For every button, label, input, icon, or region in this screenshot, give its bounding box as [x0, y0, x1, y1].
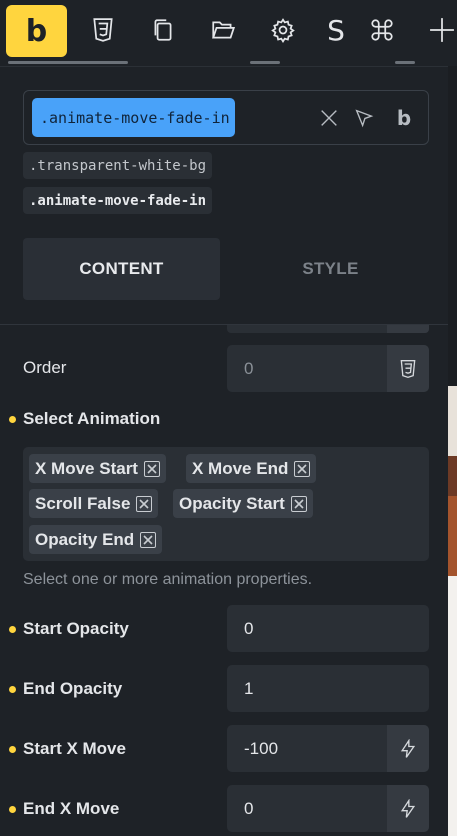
modified-indicator-dot [9, 806, 16, 813]
command-icon[interactable] [367, 14, 397, 46]
class-tag[interactable]: .transparent-white-bg [23, 152, 213, 179]
dynamic-data-bolt-icon[interactable] [387, 785, 429, 832]
chip-label: X Move End [192, 458, 289, 478]
builder-logo-button[interactable]: b [6, 5, 67, 57]
gear-icon[interactable] [268, 14, 298, 46]
top-toolbar: b S [0, 0, 457, 66]
order-field[interactable]: 0 [227, 345, 429, 392]
start-x-move-input[interactable]: -100 [244, 725, 278, 772]
start-opacity-field[interactable]: 0 [227, 605, 429, 652]
close-icon[interactable] [316, 105, 342, 131]
s-icon[interactable]: S [321, 14, 351, 47]
start-opacity-label: Start Opacity [23, 619, 129, 638]
copy-pages-icon[interactable] [148, 14, 178, 46]
remove-chip-icon[interactable] [294, 460, 311, 477]
plus-icon[interactable] [427, 14, 457, 46]
end-opacity-field[interactable]: 1 [227, 665, 429, 712]
end-opacity-input[interactable]: 1 [244, 665, 253, 712]
chip-label: X Move Start [35, 458, 138, 478]
start-opacity-input[interactable]: 0 [244, 605, 253, 652]
start-x-move-label: Start X Move [23, 739, 126, 758]
animation-chip[interactable]: Scroll False [29, 489, 159, 518]
order-input[interactable]: 0 [244, 345, 253, 392]
css3-icon[interactable] [387, 345, 429, 392]
modified-indicator-dot [9, 686, 16, 693]
remove-chip-icon[interactable] [290, 495, 307, 512]
modified-indicator-dot [9, 626, 16, 633]
active-class-pill[interactable]: .animate-move-fade-in [32, 98, 235, 137]
remove-chip-icon[interactable] [143, 460, 160, 477]
tab-style[interactable]: STYLE [232, 238, 429, 300]
animation-chip[interactable]: Opacity End [29, 525, 163, 554]
select-animation-help-text: Select one or more animation properties. [23, 571, 313, 588]
remove-chip-icon[interactable] [136, 495, 153, 512]
order-label: Order [23, 358, 67, 377]
scrolled-control-remnant [227, 325, 429, 333]
dynamic-data-bolt-icon[interactable] [387, 725, 429, 772]
animation-chip[interactable]: X Move Start [29, 454, 166, 483]
folder-open-icon[interactable] [208, 14, 238, 46]
cursor-select-icon[interactable] [351, 105, 377, 131]
end-opacity-label: End Opacity [23, 679, 123, 698]
class-selector[interactable]: .animate-move-fade-in b [23, 90, 429, 145]
chip-label: Scroll False [35, 493, 131, 513]
modified-indicator-dot [9, 746, 16, 753]
chip-label: Opacity Start [179, 493, 285, 513]
canvas-edge [448, 66, 457, 836]
class-tag-active[interactable]: .animate-move-fade-in [23, 187, 213, 214]
select-animation-label: Select Animation [23, 409, 161, 428]
remove-chip-icon[interactable] [140, 531, 157, 548]
end-x-move-field[interactable]: 0 [227, 785, 429, 832]
toolbar-divider [0, 66, 448, 67]
end-x-move-input[interactable]: 0 [244, 785, 253, 832]
chip-label: Opacity End [35, 529, 135, 549]
modified-indicator-dot [9, 416, 16, 423]
animation-multiselect[interactable]: X Move Start X Move End Scroll False Opa… [23, 447, 429, 561]
animation-chip[interactable]: X Move End [186, 454, 317, 483]
css3-icon[interactable] [88, 14, 118, 46]
bricks-b-icon[interactable]: b [391, 105, 417, 131]
end-x-move-label: End X Move [23, 799, 120, 818]
tab-content[interactable]: CONTENT [23, 238, 220, 300]
start-x-move-field[interactable]: -100 [227, 725, 429, 772]
animation-chip[interactable]: Opacity Start [173, 489, 313, 518]
